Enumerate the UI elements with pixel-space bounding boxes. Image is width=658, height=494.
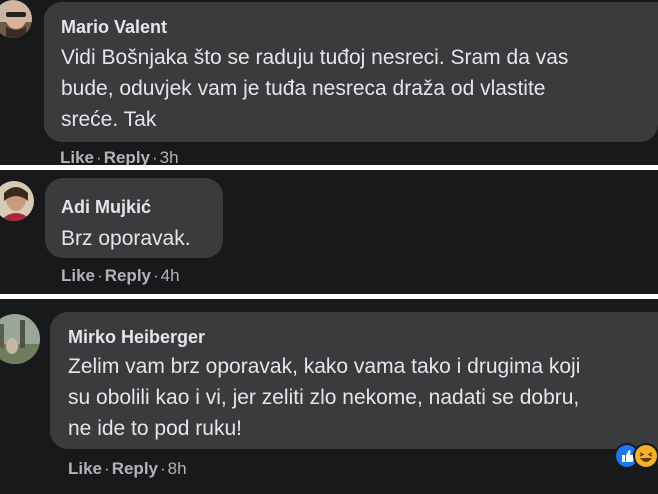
haha-reaction-icon [633,443,658,469]
comment-panel-2: Adi Mujkić Brz oporavak. Like · Reply · 4h [0,170,658,294]
like-button[interactable]: Like [60,148,94,165]
reaction-summary[interactable] [613,441,658,476]
comment-text: Vidi Bošnjaka što se raduju tuđoj nesrec… [61,46,569,131]
comment-bubble: Adi Mujkić Brz oporavak. [45,178,223,258]
avatar-image [0,181,34,221]
reply-button[interactable]: Reply [112,459,158,478]
avatar[interactable] [0,181,34,221]
comment-timestamp[interactable]: 8h [168,459,187,478]
comment-actions: Like · Reply · 4h [61,266,180,286]
separator: · [152,148,158,165]
comment-text: Zelim vam brz oporavak, kako vama tako i… [68,355,581,440]
comment-author[interactable]: Mirko Heiberger [68,326,658,348]
avatar-image [0,314,40,364]
comment-timestamp[interactable]: 4h [161,266,180,285]
like-button[interactable]: Like [68,459,102,478]
separator: · [97,266,103,285]
comment-actions: Like · Reply · 3h [60,148,179,165]
separator: · [160,459,166,478]
avatar[interactable] [0,314,40,364]
comment-bubble: Mario Valent Vidi Bošnjaka što se raduju… [44,2,658,142]
separator: · [153,266,159,285]
comment-panel-1: Mario Valent Vidi Bošnjaka što se raduju… [0,0,658,165]
comment-timestamp[interactable]: 3h [160,148,179,165]
avatar-image [0,0,32,38]
reply-button[interactable]: Reply [105,266,151,285]
avatar[interactable] [0,0,32,38]
comment-author[interactable]: Adi Mujkić [61,196,223,218]
comment-panel-3: Mirko Heiberger Zelim vam brz oporavak, … [0,299,658,494]
comment-text: Brz oporavak. [61,227,191,250]
comment-bubble: Mirko Heiberger Zelim vam brz oporavak, … [50,312,658,449]
like-button[interactable]: Like [61,266,95,285]
separator: · [96,148,102,165]
reaction-icons [614,443,658,469]
comment-actions: Like · Reply · 8h [68,459,187,479]
reply-button[interactable]: Reply [104,148,150,165]
separator: · [104,459,110,478]
comment-author[interactable]: Mario Valent [61,16,658,38]
